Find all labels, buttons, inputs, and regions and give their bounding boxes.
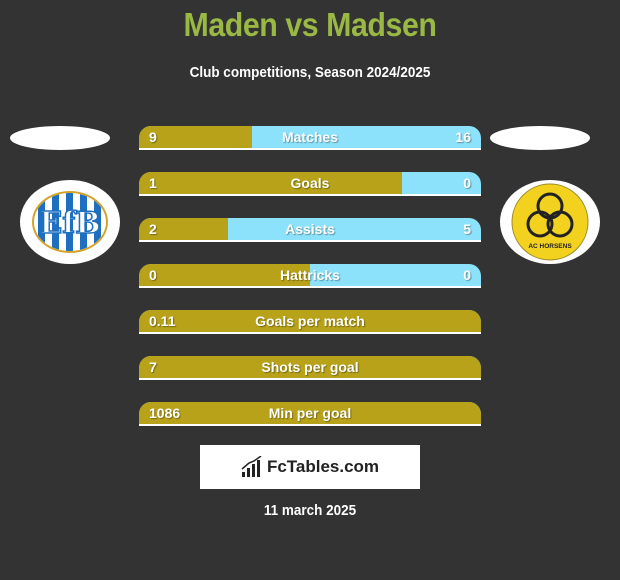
stat-label: Assists xyxy=(285,221,335,237)
page-title: Maden vs Madsen xyxy=(183,6,437,43)
right-value: 0 xyxy=(463,267,471,283)
stat-bar-assists: 2 Assists 5 xyxy=(139,218,481,242)
stat-label: Matches xyxy=(281,129,339,145)
stat-bar-goals: 1 Goals 0 xyxy=(139,172,481,196)
right-value: 5 xyxy=(463,221,471,237)
right-team-logo[interactable]: AC HORSENS xyxy=(500,180,600,264)
stat-label: Shots per goal xyxy=(261,359,359,375)
fctables-brand-link[interactable]: FcTables.com xyxy=(200,445,420,489)
stat-label: Goals xyxy=(290,175,330,191)
esbjerg-fb-crest-icon: EfB xyxy=(32,191,108,253)
stat-bar-shots-per-goal: 7 Shots per goal xyxy=(139,356,481,380)
right-player-oval xyxy=(490,126,590,150)
stat-label: Hattricks xyxy=(280,267,340,283)
right-value: 0 xyxy=(463,175,471,191)
bar-chart-icon xyxy=(241,456,262,477)
stat-bar-matches: 9 Matches 16 xyxy=(139,126,481,150)
right-value: 16 xyxy=(455,129,471,145)
left-team-logo[interactable]: EfB xyxy=(20,180,120,264)
ac-horsens-crest-icon: AC HORSENS xyxy=(511,183,589,261)
svg-text:EfB: EfB xyxy=(39,206,100,241)
stat-bar-min-per-goal: 1086 Min per goal xyxy=(139,402,481,426)
stat-label: Min per goal xyxy=(268,405,352,421)
match-date: 11 march 2025 xyxy=(263,502,357,519)
stat-bar-hattricks: 0 Hattricks 0 xyxy=(139,264,481,288)
page-subtitle: Club competitions, Season 2024/2025 xyxy=(189,64,431,81)
stat-label: Goals per match xyxy=(255,313,365,329)
svg-text:AC HORSENS: AC HORSENS xyxy=(528,243,572,250)
left-player-oval xyxy=(10,126,110,150)
stat-bar-goals-per-match: 0.11 Goals per match xyxy=(139,310,481,334)
brand-name: FcTables.com xyxy=(266,457,380,476)
